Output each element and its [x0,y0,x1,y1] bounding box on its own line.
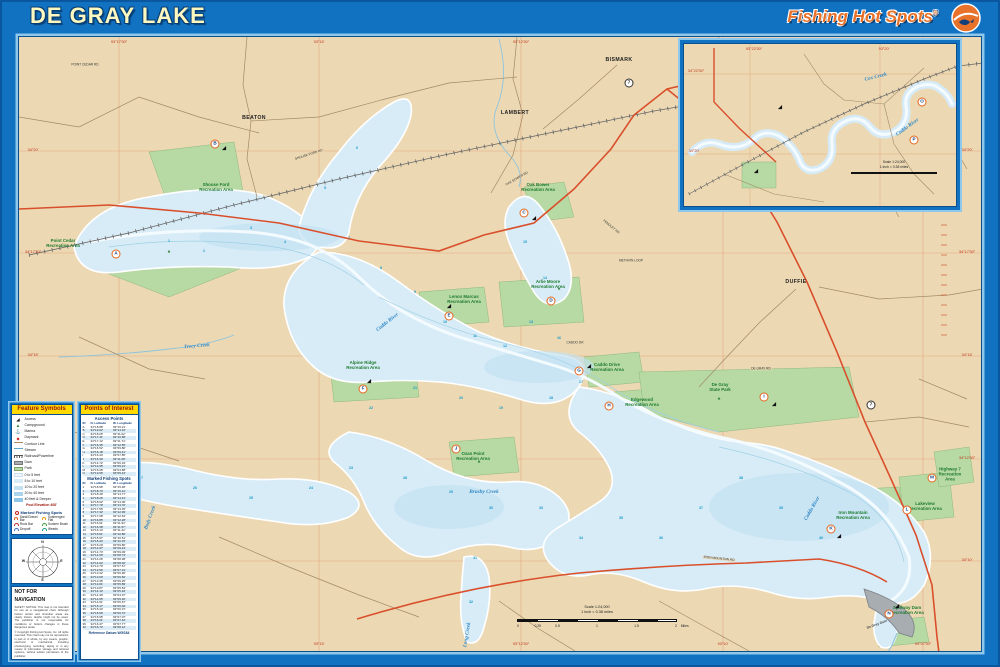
feature-symbol-label: 10 to 20 feet [25,486,44,490]
fishing-structure-icon [14,528,19,531]
compass-point-label: N [41,541,44,545]
feature-symbol-label: Railroad/Powerline [25,455,54,459]
contour-icon [14,442,23,447]
feature-symbol-label: 40 feet & Deeper [25,498,51,502]
legend-panel: Feature Symbols Access Campground Marina Da… [8,401,75,662]
fishing-structure-icon [14,523,19,526]
scale-tick-label: 0.25 [534,625,541,628]
inset-map: Cox CreekCaddo River34°22′30″34°20′93°22… [683,43,957,207]
feature-symbol-label: Stream [25,449,36,453]
scale-bar: Scale 1:24,000 1 inch = 0.38 miles Miles… [497,605,697,622]
brand-trademark: ® [933,10,938,17]
feature-symbol-label: Marina [25,430,36,434]
d2-icon [14,479,23,483]
campground-icon [14,424,23,429]
feature-symbol-label: Daymark [25,436,39,440]
compass-point-label: S [41,579,43,583]
reference-datum-note: Reference Datum WGS84 [83,630,136,636]
marked-fishing-legend-list: Sand/Gravel BarSubmerged FlatRock BarSun… [12,516,72,535]
inset-scale-bar: Scale 1:24,000 1 inch = 0.38 miles [844,160,944,174]
feature-symbol-label: 5 to 10 feet [25,480,43,484]
d5-icon [14,498,23,502]
marked-fishing-label: Rock Bar [20,523,33,526]
fishing-structure-icon [42,528,47,531]
fishing-hot-spots-logo-icon [950,2,982,34]
fishing-structure-icon [42,523,47,526]
page-title: DE GRAY LAKE [30,5,206,27]
points-of-interest-body: Access Points IDN. LatitudeW. Longitude … [81,415,138,638]
access-points-table: A34°18.88′93°15.21′B34°19.02′93°14.16′C3… [83,426,136,476]
feature-symbol-label: Dam [25,461,32,465]
fishing-spots-table: 134°18.96′93°15.48′234°18.73′93°15.12′33… [83,486,136,630]
inset-map-frame: Cox CreekCaddo River34°22′30″34°20′93°22… [678,38,962,212]
scale-tick-label: 1.5 [634,625,639,628]
feature-symbol-label: Access [25,418,36,422]
points-of-interest-box: Points of Interest Access Points IDN. La… [80,404,139,660]
dam-icon [14,461,23,465]
ramp-icon [14,417,23,422]
inset-scale-ratio: 1 inch = 0.38 miles [844,165,944,170]
points-of-interest-title: Points of Interest [81,405,138,415]
compass-box: N E S W [11,538,73,584]
feature-symbol-label: 20 to 40 feet [25,492,44,496]
stream-icon [14,448,23,453]
railroad-icon [14,455,23,458]
copyright-text: © Copyright Fishing Hot Spots, Inc. All … [15,631,69,658]
brand-logo-text: Fishing Hot Spots® [787,8,938,25]
feature-symbol-label: Contour Line [25,443,45,447]
scale-ratio-text: 1 inch = 0.38 miles [497,610,697,615]
feature-symbol-label: Campground [25,424,45,428]
d1-icon [14,473,23,477]
d3-icon [14,486,23,490]
scale-tick-label: 2 [675,625,677,628]
compass-point-label: E [60,560,62,564]
pool-elevation-note: Pool Elevation 408′ [12,503,72,508]
not-for-navigation-title: NOT FOR NAVIGATION [15,589,69,604]
marina-icon [14,430,23,435]
daymark-icon [14,436,23,441]
marked-spot-icon [15,511,19,515]
fishing-structure-icon [14,517,19,520]
marked-fishing-row: Dropoff [14,527,42,533]
inset-scale-graphic [851,172,937,174]
compass-point-label: W [22,560,25,564]
feature-symbol-label: 0 to 5 feet [25,474,41,478]
inset-artwork [684,44,957,207]
scale-bar-graphic: Miles 00.250.511.52 [517,619,677,622]
feature-symbols-box: Feature Symbols Access Campground Marina Da… [11,404,73,536]
scale-tick-label: 0 [517,625,519,628]
points-of-interest-panel: Points of Interest Access Points IDN. La… [77,401,141,662]
marked-fishing-label: Sunken Brush [48,523,68,526]
feature-symbol-label: Park [25,467,32,471]
d4-icon [14,492,23,496]
scale-tick-label: 0.5 [555,625,560,628]
scale-tick-label: 1 [596,625,598,628]
marked-fishing-label: Dropoff [20,528,30,531]
fishing-structure-icon [42,517,47,520]
brand-name: Fishing Hot Spots [787,7,932,26]
park-icon [14,467,23,471]
feature-symbols-list: Access Campground Marina Daymark Contour Lin… [12,415,72,504]
minute-ticks [941,225,947,335]
scale-unit: Miles [681,625,689,628]
map-poster: DE GRAY LAKE Fishing Hot Spots® [0,0,1000,667]
feature-symbols-title: Feature Symbols [12,405,72,415]
not-for-navigation-box: NOT FOR NAVIGATION SAFETY NOTICE: This m… [11,586,73,659]
safety-notice-text: SAFETY NOTICE: This map is not intended … [15,606,69,630]
marked-fishing-row: Weeds [42,527,70,533]
marked-fishing-label: Weeds [48,528,58,531]
